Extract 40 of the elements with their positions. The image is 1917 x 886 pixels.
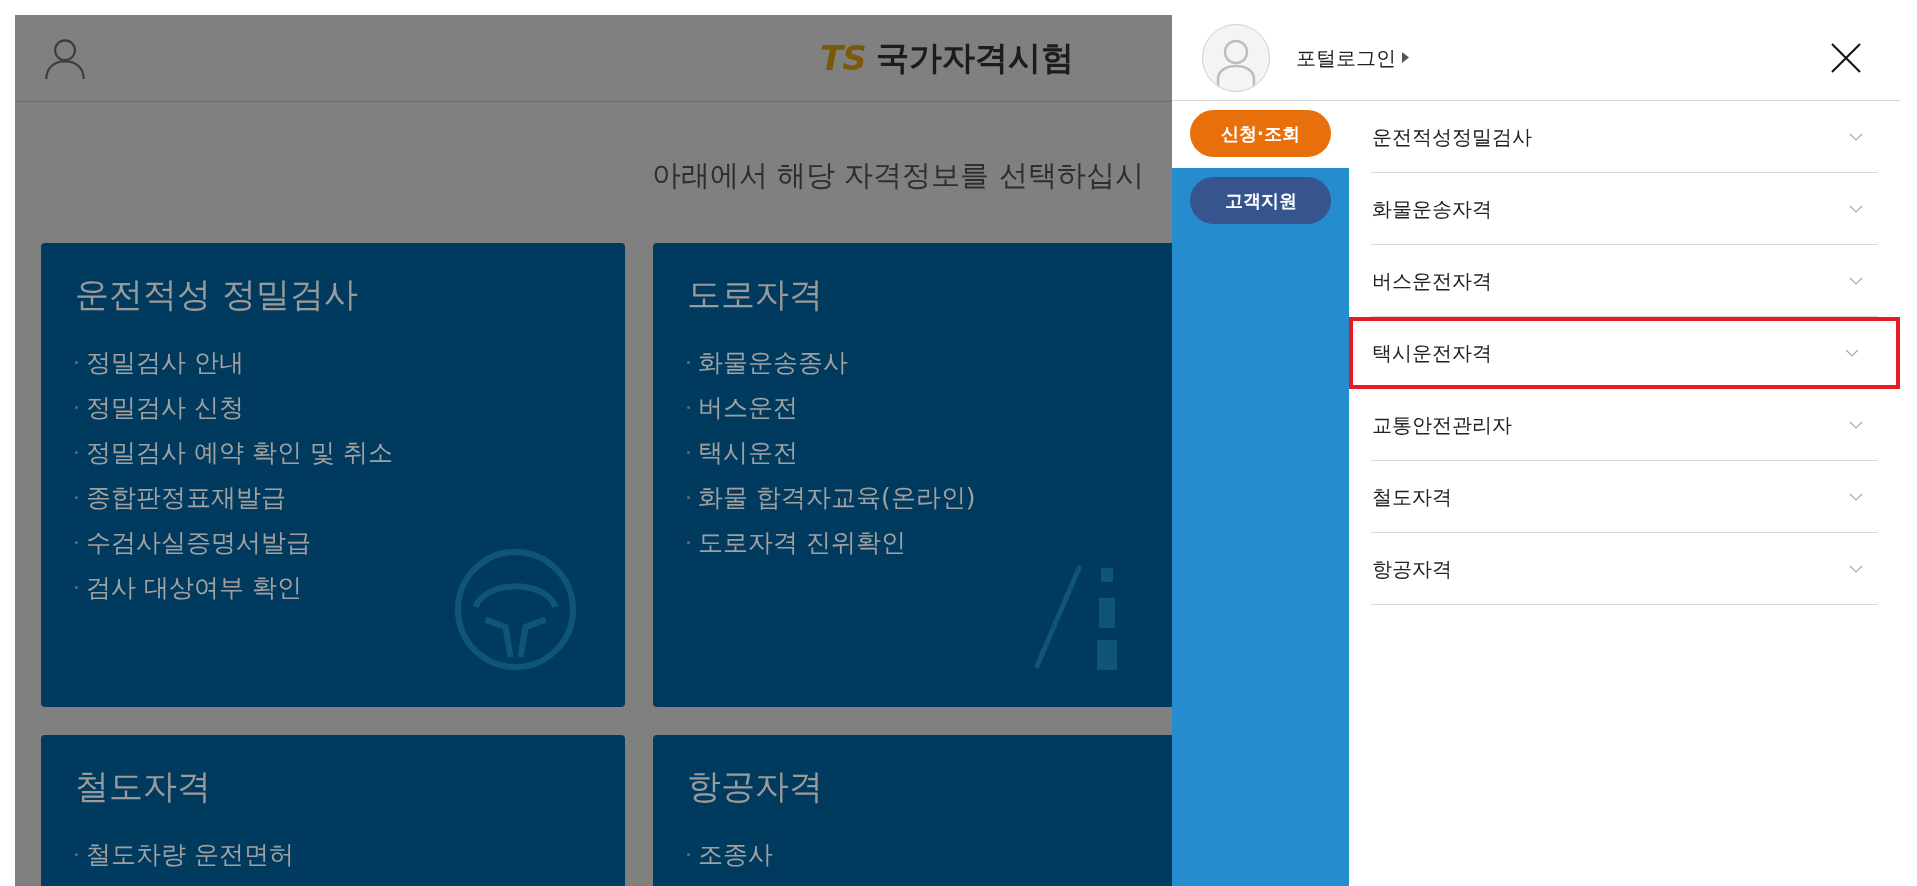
menu-tab[interactable]: 신청·조회: [1190, 110, 1331, 157]
menu-item[interactable]: 버스운전자격: [1371, 245, 1878, 317]
instruction-text: 아래에서 해당 자격정보를 선택하십시: [652, 158, 1144, 192]
portal-login-link[interactable]: 포털로그인: [1296, 42, 1396, 73]
card-title: 항공자격: [687, 765, 824, 808]
menu-item[interactable]: 택시운전자격: [1349, 317, 1900, 389]
menu-item[interactable]: 운전적성정밀검사: [1371, 101, 1878, 173]
card-link[interactable]: 정밀검사 신청: [86, 388, 244, 427]
chevron-down-icon: [1849, 276, 1863, 285]
card-link[interactable]: 도로자격 진위확인: [698, 523, 906, 562]
chevron-down-icon: [1845, 349, 1859, 357]
card-link[interactable]: 수검사실증명서발급: [86, 523, 311, 562]
chevron-down-icon: [1849, 492, 1863, 501]
steering-wheel-icon: [453, 547, 578, 672]
triangle-icon: [1402, 52, 1409, 63]
menu-tab[interactable]: 고객지원: [1190, 177, 1331, 224]
chevron-down-icon: [1849, 420, 1863, 429]
card-link[interactable]: 조종사: [698, 835, 773, 874]
menu-item[interactable]: 철도자격: [1371, 461, 1878, 533]
card-link[interactable]: 버스운전: [698, 388, 798, 427]
logo-mark: TS: [820, 36, 866, 80]
menu-item[interactable]: 항공자격: [1371, 533, 1878, 605]
card-link[interactable]: 택시운전: [698, 433, 798, 472]
chevron-down-icon: [1849, 564, 1863, 573]
card-link[interactable]: 화물 합격자교육(온라인): [698, 478, 976, 517]
card-link[interactable]: 정밀검사 예약 확인 및 취소: [86, 433, 393, 472]
site-title: 국가자격시험: [876, 37, 1074, 80]
card-link[interactable]: 화물운송종사: [698, 343, 848, 382]
chevron-down-icon: [1849, 204, 1863, 213]
card-link[interactable]: 철도차량 운전면허: [86, 835, 294, 874]
card-link[interactable]: 종합판정표재발급: [86, 478, 286, 517]
chevron-down-icon: [1849, 132, 1863, 141]
card-title: 도로자격: [687, 273, 824, 316]
card-title: 철도자격: [75, 765, 212, 808]
card-link[interactable]: 정밀검사 안내: [86, 343, 244, 382]
menu-item[interactable]: 화물운송자격: [1371, 173, 1878, 245]
menu-item[interactable]: 교통안전관리자: [1371, 389, 1878, 461]
card-link[interactable]: 검사 대상여부 확인: [86, 568, 302, 607]
close-icon: [1831, 42, 1861, 73]
card-title: 운전적성 정밀검사: [75, 273, 359, 316]
